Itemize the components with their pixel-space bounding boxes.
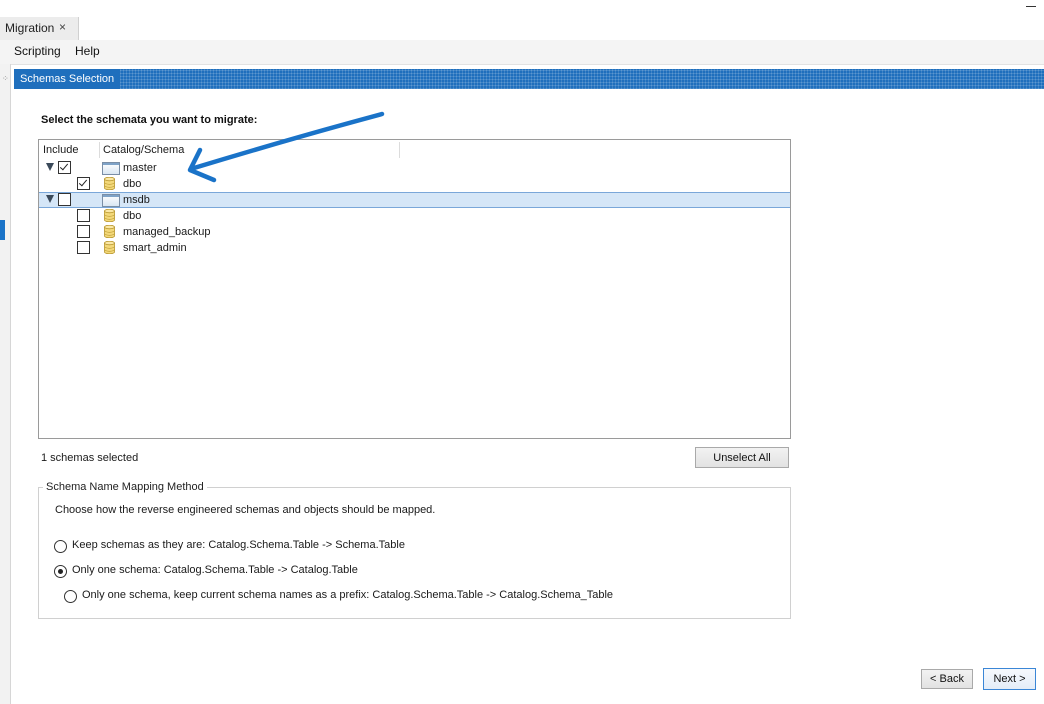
annotation-arrow-icon — [187, 111, 385, 183]
radio-keep-prefix[interactable]: Only one schema, keep current schema nam… — [64, 589, 664, 603]
close-icon[interactable]: × — [59, 20, 66, 34]
database-icon — [104, 209, 115, 222]
tab-migration[interactable]: Migration × — [0, 17, 79, 40]
back-button[interactable]: < Back — [921, 669, 973, 689]
menu-bar: Scripting Help — [0, 40, 1044, 65]
database-icon — [104, 177, 115, 190]
expand-triangle-icon[interactable] — [46, 163, 54, 171]
include-checkbox[interactable] — [77, 241, 90, 254]
tree-row-catalog-selected[interactable]: msdb — [39, 192, 790, 208]
grip-icon: ⁘ — [2, 74, 9, 83]
mapping-description: Choose how the reverse engineered schema… — [55, 504, 436, 516]
menu-item-scripting[interactable]: Scripting — [14, 44, 61, 58]
tree-header: Include Catalog/Schema — [39, 140, 790, 158]
tree-row-schema[interactable]: dbo — [39, 208, 790, 224]
include-checkbox[interactable] — [77, 209, 90, 222]
database-icon — [104, 241, 115, 254]
radio-button[interactable] — [54, 565, 67, 578]
selection-status: 1 schemas selected — [41, 452, 139, 464]
tree-row-schema[interactable]: dbo — [39, 176, 790, 192]
mapping-method-group: Schema Name Mapping Method Choose how th… — [38, 481, 791, 619]
include-checkbox[interactable] — [77, 225, 90, 238]
radio-label: Only one schema, keep current schema nam… — [82, 589, 614, 601]
side-panel-strip[interactable]: ⁘ — [0, 64, 11, 704]
tree-row-catalog[interactable]: master — [39, 160, 790, 176]
next-button[interactable]: Next > — [983, 668, 1036, 690]
menu-item-help[interactable]: Help — [75, 44, 100, 58]
tree-row-label: master — [123, 162, 157, 174]
tab-strip: Migration × — [0, 0, 1044, 40]
column-header-include[interactable]: Include — [43, 144, 78, 156]
tree-row-label: msdb — [123, 194, 150, 206]
radio-button[interactable] — [54, 540, 67, 553]
database-icon — [104, 225, 115, 238]
column-divider[interactable] — [99, 142, 100, 158]
section-header: Schemas Selection — [14, 69, 1044, 89]
include-checkbox[interactable] — [58, 193, 71, 206]
radio-label: Only one schema: Catalog.Schema.Table ->… — [72, 564, 358, 576]
expand-triangle-icon[interactable] — [46, 195, 54, 203]
group-legend: Schema Name Mapping Method — [43, 481, 207, 493]
minimize-button[interactable] — [1026, 0, 1036, 10]
radio-button[interactable] — [64, 590, 77, 603]
radio-only-one-schema[interactable]: Only one schema: Catalog.Schema.Table ->… — [54, 564, 454, 578]
catalog-icon — [102, 162, 120, 175]
column-divider[interactable] — [399, 142, 400, 158]
section-title: Schemas Selection — [14, 69, 121, 89]
catalog-icon — [102, 194, 120, 207]
tree-row-schema[interactable]: smart_admin — [39, 240, 790, 256]
schema-tree[interactable]: Include Catalog/Schema master dbo msdb d… — [38, 139, 791, 439]
radio-keep-schemas[interactable]: Keep schemas as they are: Catalog.Schema… — [54, 539, 454, 553]
tree-row-schema[interactable]: managed_backup — [39, 224, 790, 240]
active-step-marker — [0, 220, 5, 240]
column-header-catalog-schema[interactable]: Catalog/Schema — [103, 144, 184, 156]
tree-row-label: dbo — [123, 210, 142, 222]
radio-label: Keep schemas as they are: Catalog.Schema… — [72, 539, 405, 551]
include-checkbox[interactable] — [77, 177, 90, 190]
unselect-all-button[interactable]: Unselect All — [695, 447, 789, 468]
tab-label: Migration — [5, 21, 55, 35]
tree-row-label: smart_admin — [123, 242, 187, 254]
tree-row-label: managed_backup — [123, 226, 211, 238]
tree-row-label: dbo — [123, 178, 142, 190]
include-checkbox[interactable] — [58, 161, 71, 174]
